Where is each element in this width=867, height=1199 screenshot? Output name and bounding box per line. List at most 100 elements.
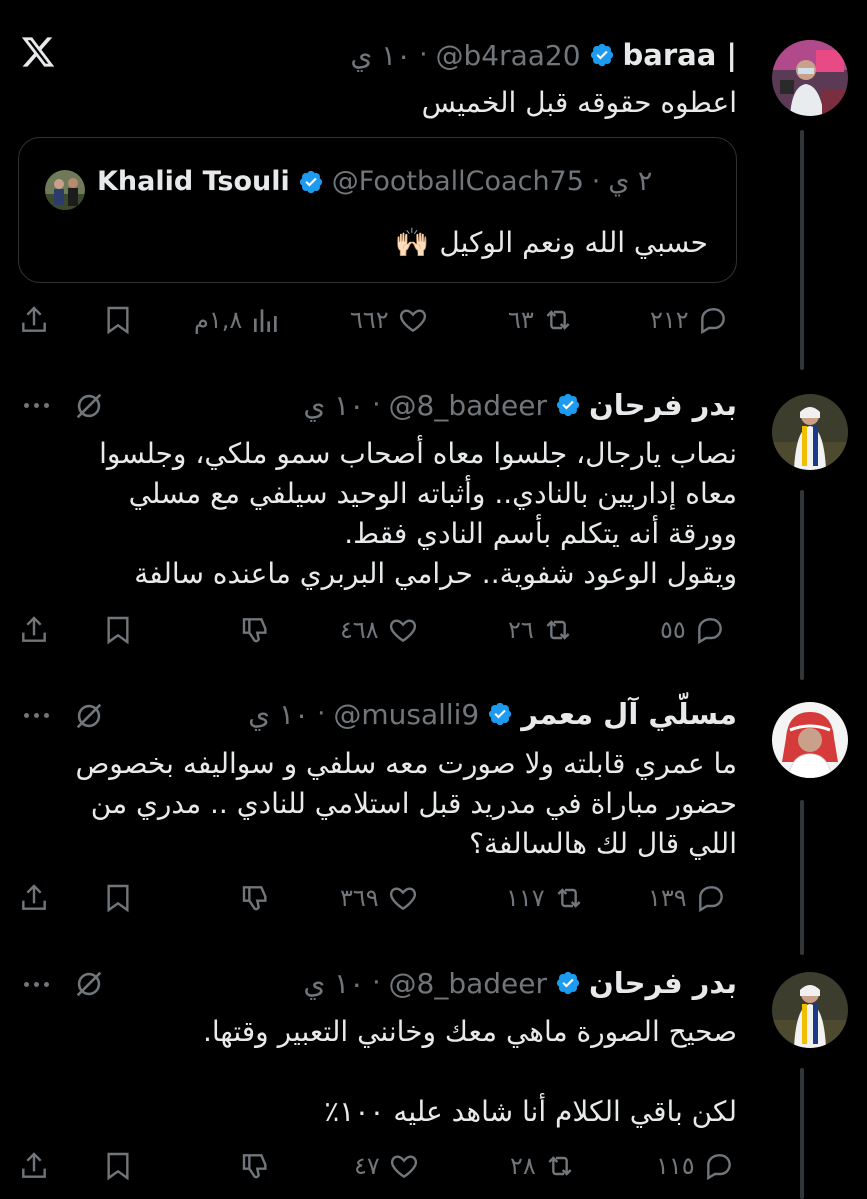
thread-line xyxy=(800,1068,804,1199)
verified-icon xyxy=(556,971,580,995)
avatar[interactable] xyxy=(772,394,848,470)
like-button[interactable]: ٣٦٩ xyxy=(340,878,419,918)
replies-count: ٥٥ xyxy=(660,616,686,644)
author-handle[interactable]: @8_badeer xyxy=(389,389,547,422)
like-icon xyxy=(389,887,416,911)
thread-line xyxy=(800,800,804,955)
dislike-button[interactable] xyxy=(240,610,272,650)
views-icon xyxy=(254,309,277,332)
tweet-actions: ١,٨م ٦٦٢ ٦٣ ٢١٢ xyxy=(18,300,738,340)
author-name[interactable]: baraa | xyxy=(623,38,737,72)
repost-button[interactable]: ٢٦ xyxy=(508,610,574,650)
reply-icon xyxy=(698,886,723,913)
like-button[interactable]: ٦٦٢ xyxy=(350,300,429,340)
timestamp[interactable]: ١٠ ي xyxy=(248,698,309,731)
share-icon xyxy=(22,884,46,910)
reply-icon xyxy=(697,618,722,645)
more-icon[interactable] xyxy=(24,713,49,718)
more-icon[interactable] xyxy=(24,403,49,408)
author-name[interactable]: مسلّي آل معمر xyxy=(521,697,737,731)
repost-icon xyxy=(546,620,570,640)
verified-icon xyxy=(299,170,322,193)
share-icon xyxy=(22,1152,46,1178)
author-name[interactable]: بدر فرحان xyxy=(589,388,737,422)
timestamp[interactable]: ١٠ ي xyxy=(350,39,411,72)
share-button[interactable] xyxy=(18,878,50,918)
reply-icon xyxy=(700,308,725,335)
author-handle[interactable]: @b4raa20 xyxy=(435,39,580,72)
separator-dot: · xyxy=(317,699,326,729)
bookmark-icon xyxy=(107,884,129,913)
separator-dot: · xyxy=(419,40,428,70)
replies-count: ١٣٩ xyxy=(648,884,687,912)
verified-icon xyxy=(556,393,580,417)
reply-button[interactable]: ٥٥ xyxy=(660,610,726,650)
replies-count: ١١٥ xyxy=(656,1152,695,1180)
like-icon xyxy=(399,309,426,333)
quote-author-name[interactable]: Khalid Tsouli xyxy=(97,166,290,197)
bookmark-icon xyxy=(107,306,129,335)
bookmark-button[interactable] xyxy=(102,1146,134,1186)
thread-line xyxy=(800,130,804,370)
hand-dislike-icon xyxy=(242,1154,267,1179)
bookmark-button[interactable] xyxy=(102,300,134,340)
timestamp[interactable]: ١٠ ي xyxy=(303,967,364,1000)
quote-author-handle[interactable]: @FootballCoach75 xyxy=(332,166,584,197)
like-icon xyxy=(390,1155,417,1179)
avatar[interactable] xyxy=(772,702,848,778)
share-button[interactable] xyxy=(18,610,50,650)
reposts-count: ١١٧ xyxy=(506,884,545,912)
repost-button[interactable]: ١١٧ xyxy=(506,878,585,918)
views-button[interactable]: ١,٨م xyxy=(194,300,282,340)
timestamp[interactable]: ١٠ ي xyxy=(303,389,364,422)
mute-icon[interactable] xyxy=(72,389,106,423)
more-icon[interactable] xyxy=(24,982,49,987)
mute-icon[interactable] xyxy=(72,967,106,1001)
likes-count: ٣٦٩ xyxy=(340,884,379,912)
bookmark-button[interactable] xyxy=(102,610,134,650)
author-name[interactable]: بدر فرحان xyxy=(589,966,737,1000)
tweet-actions: ٤٦٨ ٢٦ ٥٥ xyxy=(18,610,738,650)
tweet-text: ما عمري قابلته ولا صورت معه سلفي و سوالي… xyxy=(75,747,737,860)
bookmark-button[interactable] xyxy=(102,878,134,918)
reposts-count: ٦٣ xyxy=(508,306,534,334)
separator-dot: · xyxy=(591,166,601,197)
reply-icon xyxy=(706,1154,731,1181)
tweet-header: baraa | @b4raa20 · ١٠ ي xyxy=(350,38,737,72)
like-button[interactable]: ٤٦٨ xyxy=(340,610,419,650)
author-handle[interactable]: @musalli9 xyxy=(333,698,479,731)
repost-button[interactable]: ٦٣ xyxy=(508,300,574,340)
repost-icon xyxy=(557,888,581,908)
avatar[interactable] xyxy=(772,972,848,1048)
quote-text-row: حسبي الله ونعم الوكيل 🙌🏻 xyxy=(395,226,708,259)
tweet-actions: ٤٧ ٢٨ ١١٥ xyxy=(18,1146,738,1186)
thread-line xyxy=(800,490,804,680)
like-button[interactable]: ٤٧ xyxy=(354,1146,420,1186)
share-button[interactable] xyxy=(18,1146,50,1186)
reply-button[interactable]: ١١٥ xyxy=(656,1146,735,1186)
reposts-count: ٢٨ xyxy=(510,1152,536,1180)
dislike-button[interactable] xyxy=(240,878,272,918)
dislike-button[interactable] xyxy=(240,1146,272,1186)
share-icon xyxy=(22,616,46,642)
verified-icon xyxy=(590,43,613,67)
quoted-tweet[interactable]: Khalid Tsouli @FootballCoach75 · ٢ ي حسب… xyxy=(18,137,737,283)
tweet-header: بدر فرحان @8_badeer · ١٠ ي xyxy=(303,388,737,422)
reply-button[interactable]: ٢١٢ xyxy=(650,300,729,340)
tweet-actions: ٣٦٩ ١١٧ ١٣٩ xyxy=(18,878,738,918)
reply-button[interactable]: ١٣٩ xyxy=(648,878,727,918)
mute-icon[interactable] xyxy=(72,699,106,733)
repost-button[interactable]: ٢٨ xyxy=(510,1146,576,1186)
views-count: ١,٨م xyxy=(194,306,243,334)
tweet-text: صحيح الصورة ماهي معك وخانني التعبير وقته… xyxy=(202,1015,737,1128)
bookmark-icon xyxy=(107,616,129,645)
quote-header: Khalid Tsouli @FootballCoach75 · ٢ ي xyxy=(97,166,652,197)
hand-dislike-icon xyxy=(242,618,267,643)
avatar[interactable] xyxy=(45,170,85,210)
share-button[interactable] xyxy=(18,300,50,340)
repost-icon xyxy=(546,310,570,330)
quote-timestamp[interactable]: ٢ ي xyxy=(608,166,652,197)
hand-dislike-icon xyxy=(242,886,267,911)
repost-icon xyxy=(548,1156,572,1176)
author-handle[interactable]: @8_badeer xyxy=(389,967,547,1000)
